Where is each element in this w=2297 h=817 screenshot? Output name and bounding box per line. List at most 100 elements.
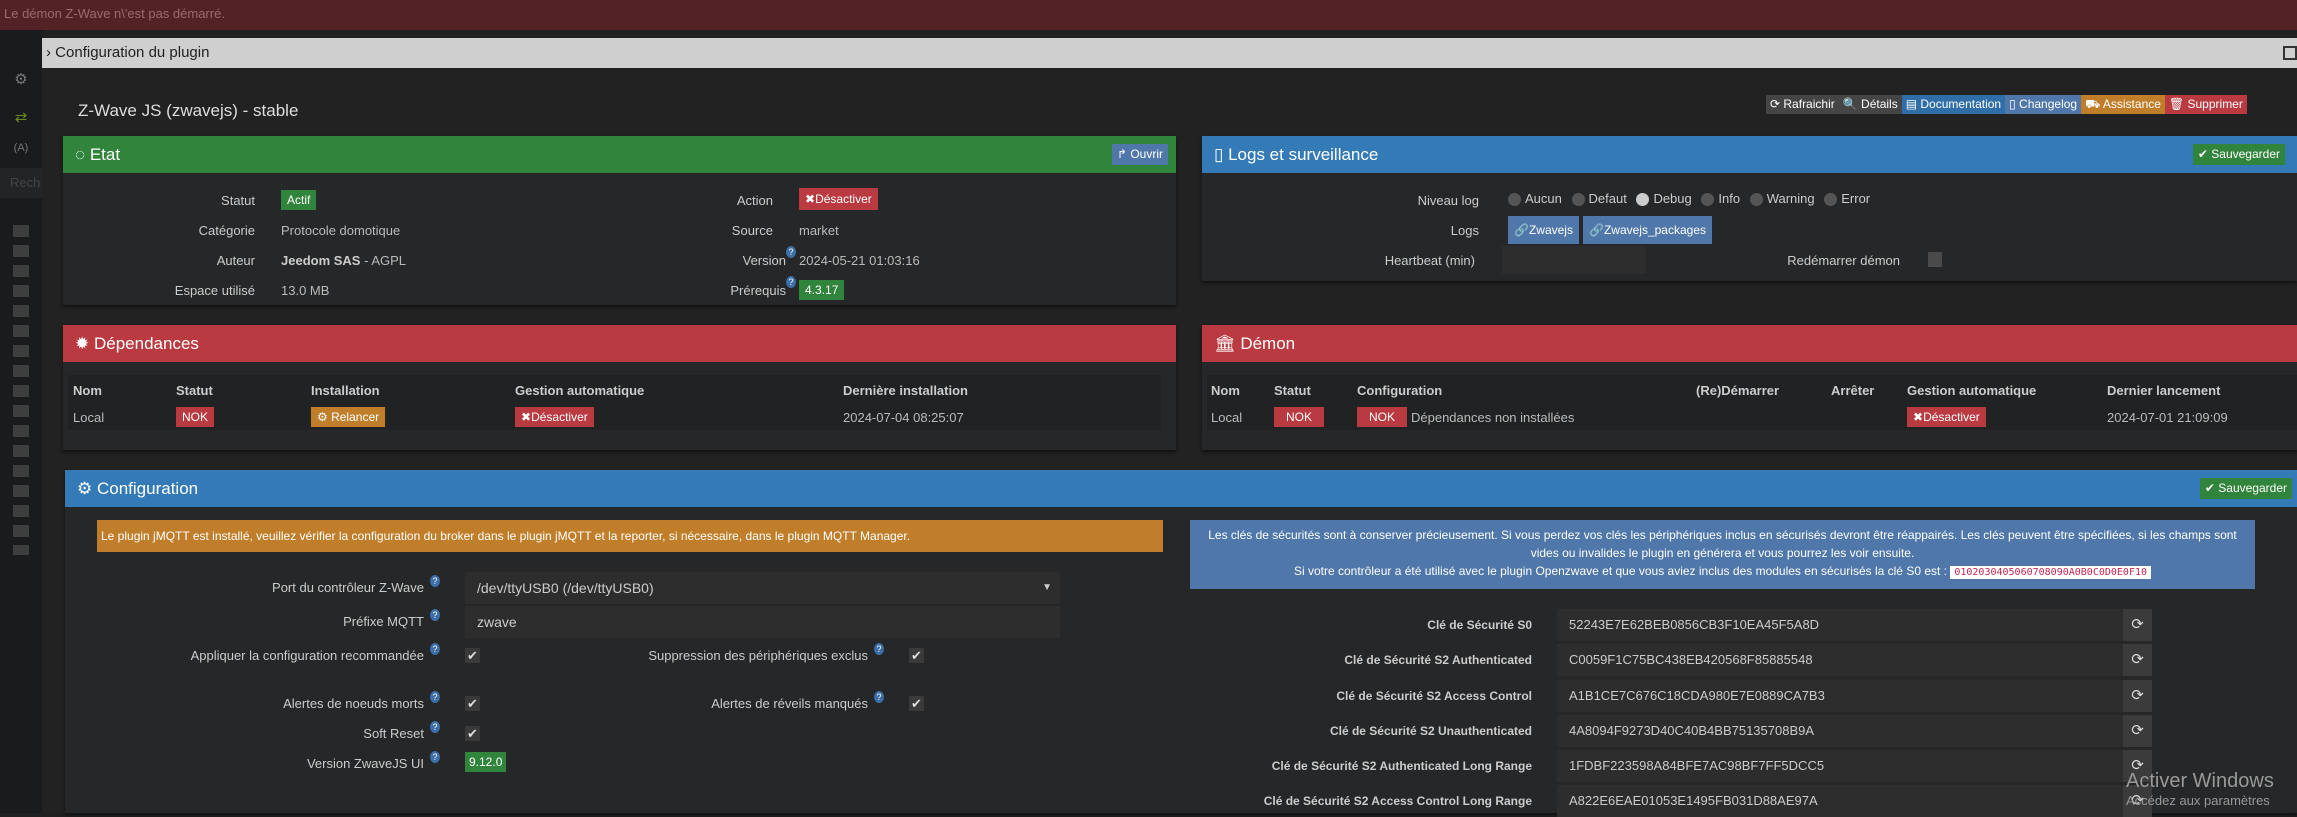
soft-reset-checkbox[interactable]: ✔ xyxy=(465,726,480,741)
port-select[interactable]: /dev/ttyUSB0 (/dev/ttyUSB0) ▼ xyxy=(465,572,1060,604)
daemon-error-banner: Le démon Z-Wave n\'est pas démarré. xyxy=(0,0,2297,30)
log-level-radios: Aucun Defaut Debug Info Warning Error xyxy=(1502,191,1870,207)
daemon-nom: Local xyxy=(1211,410,1243,425)
help-icon[interactable]: ? xyxy=(430,751,440,763)
help-icon[interactable]: ? xyxy=(430,643,440,655)
apply-config-label: Appliquer la configuration recommandée xyxy=(190,648,424,663)
espace-label: Espace utilisé xyxy=(174,283,255,298)
refresh-button[interactable]: ⟳ Rafraichir xyxy=(1766,95,1839,114)
chevron-right-icon[interactable]: › xyxy=(46,44,51,61)
configuration-header: ⚙ Configuration ✔ Sauvegarder xyxy=(65,470,2297,507)
help-icon[interactable]: ? xyxy=(430,609,440,621)
regenerate-key-icon[interactable]: ⟳ xyxy=(2123,715,2152,747)
security-key-input[interactable]: 1FDBF223598A84BFE7AC98BF7FF5DCC5 xyxy=(1557,750,2123,782)
security-key-input[interactable]: C0059F1C75BC438EB420568F85885548 xyxy=(1557,644,2123,676)
help-icon[interactable]: ? xyxy=(430,691,440,703)
radio-error[interactable]: Error xyxy=(1818,191,1870,207)
help-icon[interactable]: ? xyxy=(430,575,440,587)
sidebar-device-icons[interactable] xyxy=(13,225,29,555)
zwavejs-ui-version-label: Version ZwaveJS UI xyxy=(306,756,424,771)
relaunch-deps-button[interactable]: ⚙ Relancer xyxy=(311,407,386,427)
radio-debug[interactable]: Debug xyxy=(1630,191,1692,207)
auteur-value: Jeedom SAS - AGPL xyxy=(281,253,407,268)
open-button[interactable]: ↱ Ouvrir xyxy=(1111,144,1168,165)
deps-auto-disable-button[interactable]: ✖Désactiver xyxy=(515,407,594,427)
log-zwavejs-button[interactable]: 🔗Zwavejs xyxy=(1508,216,1579,244)
maximize-button[interactable] xyxy=(2283,46,2297,60)
daemon-auto-disable-button[interactable]: ✖Désactiver xyxy=(1907,407,1986,427)
radio-aucun[interactable]: Aucun xyxy=(1502,191,1562,207)
regenerate-key-icon[interactable]: ⟳ xyxy=(2123,609,2152,641)
details-button[interactable]: 🔍 Détails xyxy=(1838,95,1902,114)
col-statut: Statut xyxy=(176,383,213,398)
daemon-config-text: Dépendances non installées xyxy=(1411,410,1575,425)
security-key-input[interactable]: A822E6EAE01053E1495FB031D88AE97A xyxy=(1557,785,2123,817)
plugin-title: Z-Wave JS (zwavejs) - stable xyxy=(78,101,299,120)
key-label: Clé de Sécurité S2 Access Control Long R… xyxy=(1263,794,1532,808)
apply-config-checkbox[interactable]: ✔ xyxy=(465,648,480,663)
prefix-label: Préfixe MQTT xyxy=(343,614,424,629)
source-label: Source xyxy=(731,223,773,238)
plugin-toolbar: ⟳ Rafraichir 🔍 Détails ▤ Documentation ▯ Ch… xyxy=(1766,95,2247,114)
radio-defaut[interactable]: Defaut xyxy=(1566,191,1627,207)
key-label: Clé de Sécurité S2 Access Control xyxy=(1336,689,1532,703)
sidebar: ⚙ ⇄ (A) Rech xyxy=(0,30,42,813)
missed-wakeup-checkbox[interactable]: ✔ xyxy=(909,696,924,711)
security-key-input[interactable]: A1B1CE7C676C18CDA980E7E0889CA7B3 xyxy=(1557,680,2123,712)
col-dernier: Dernier lancement xyxy=(2107,383,2221,398)
config-save-button[interactable]: ✔ Sauvegarder xyxy=(2199,478,2292,499)
col-nom: Nom xyxy=(73,383,102,398)
dependencies-title: Dépendances xyxy=(93,334,199,353)
regenerate-key-icon[interactable]: ⟳ xyxy=(2123,644,2152,676)
configuration-title: Configuration xyxy=(96,479,199,498)
delete-button[interactable]: 🗑 Supprimer xyxy=(2164,95,2247,114)
assistance-button[interactable]: ⛟ Assistance xyxy=(2081,95,2165,114)
documentation-button[interactable]: ▤ Documentation xyxy=(1901,95,2006,114)
key-label: Clé de Sécurité S2 Authenticated xyxy=(1344,653,1532,667)
radio-warning[interactable]: Warning xyxy=(1744,191,1815,207)
gear-icon: ✹ xyxy=(75,334,90,353)
sync-icon[interactable]: ⇄ xyxy=(10,108,32,126)
modal-titlebar: › Configuration du plugin xyxy=(42,38,2297,68)
mqtt-prefix-input[interactable]: zwave xyxy=(465,606,1060,638)
changelog-button[interactable]: ▯ Changelog xyxy=(2005,95,2082,114)
logs-save-button[interactable]: ✔ Sauvegarder xyxy=(2192,144,2285,165)
security-key-input[interactable]: 4A8094F9273D40C40B4BB75135708B9A xyxy=(1557,715,2123,747)
sidebar-search-input[interactable]: Rech xyxy=(0,168,42,198)
security-key-input[interactable]: 52243E7E62BEB0856CB3F10EA45F5A8D xyxy=(1557,609,2123,641)
categorie-label: Catégorie xyxy=(198,223,255,238)
bank-icon: 🏛 xyxy=(1214,334,1236,353)
dependencies-header: ✹ Dépendances xyxy=(63,325,1176,362)
help-icon[interactable]: ? xyxy=(874,643,884,655)
radio-info[interactable]: Info xyxy=(1695,191,1740,207)
source-value: market xyxy=(799,223,839,238)
s0-legacy-line: Si votre contrôleur a été utilisé avec l… xyxy=(1198,562,2247,582)
help-icon[interactable]: ? xyxy=(786,246,796,258)
remove-excluded-checkbox[interactable]: ✔ xyxy=(909,648,924,663)
statut-label: Statut xyxy=(221,193,255,208)
help-icon[interactable]: ? xyxy=(430,721,440,733)
col-gestion: Gestion automatique xyxy=(1907,383,2037,398)
file-icon: ▯ xyxy=(1214,145,1224,164)
restart-daemon-checkbox[interactable] xyxy=(1928,252,1942,267)
antenna-icon[interactable]: (A) xyxy=(10,142,32,158)
col-configuration: Configuration xyxy=(1357,383,1443,398)
heartbeat-input[interactable] xyxy=(1502,246,1646,274)
modal-title: Configuration du plugin xyxy=(55,44,210,61)
status-badge: Actif xyxy=(281,190,317,210)
log-zwavejs-packages-button[interactable]: 🔗Zwavejs_packages xyxy=(1583,216,1713,244)
log-level-label: Niveau log xyxy=(1417,193,1479,208)
dead-nodes-checkbox[interactable]: ✔ xyxy=(465,696,480,711)
gear-icon[interactable]: ⚙ xyxy=(10,70,32,88)
daemon-status-badge: NOK xyxy=(1274,407,1325,427)
help-icon[interactable]: ? xyxy=(874,691,884,703)
soft-reset-label: Soft Reset xyxy=(363,726,424,741)
disable-plugin-button[interactable]: ✖Désactiver xyxy=(799,188,878,210)
logs-title: Logs et surveillance xyxy=(1228,145,1379,164)
regenerate-key-icon[interactable]: ⟳ xyxy=(2123,680,2152,712)
version-label: Version xyxy=(742,253,786,268)
heartbeat-label: Heartbeat (min) xyxy=(1384,253,1475,268)
help-icon[interactable]: ? xyxy=(786,276,796,288)
prerequis-label: Prérequis xyxy=(730,283,786,298)
dead-nodes-label: Alertes de noeuds morts xyxy=(283,696,424,711)
